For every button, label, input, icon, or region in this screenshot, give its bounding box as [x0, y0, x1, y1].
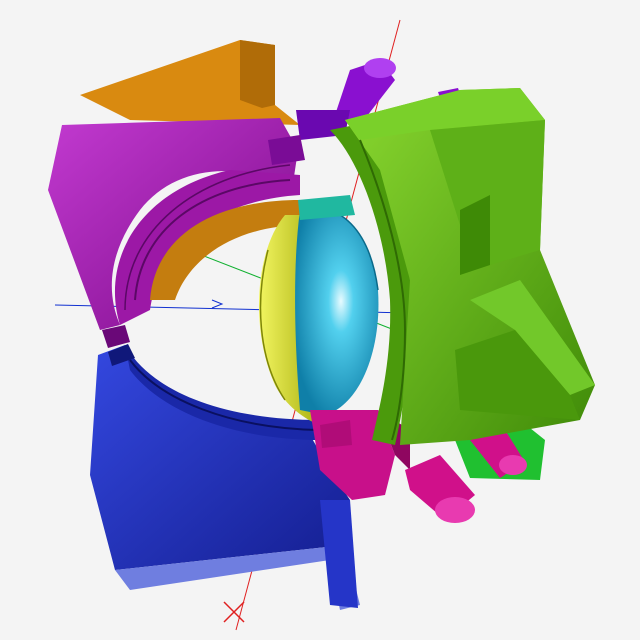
- upper-bracket-orange-side: [240, 40, 275, 108]
- 3d-scene[interactable]: [0, 0, 640, 640]
- center-lens[interactable]: [295, 195, 379, 415]
- upper-bracket-notch: [102, 325, 130, 348]
- bottom-pin-end: [435, 497, 475, 523]
- clip-upper: [268, 135, 305, 165]
- bottom-pin-2-end: [499, 455, 527, 475]
- 3d-viewport[interactable]: [0, 0, 640, 640]
- lens-top-cap: [298, 195, 355, 220]
- clip-lower: [320, 420, 352, 448]
- top-pin-end: [364, 58, 396, 78]
- z-axis-arrow: [211, 299, 224, 309]
- lower-bracket-leg: [320, 500, 358, 608]
- lens-body: [295, 208, 379, 415]
